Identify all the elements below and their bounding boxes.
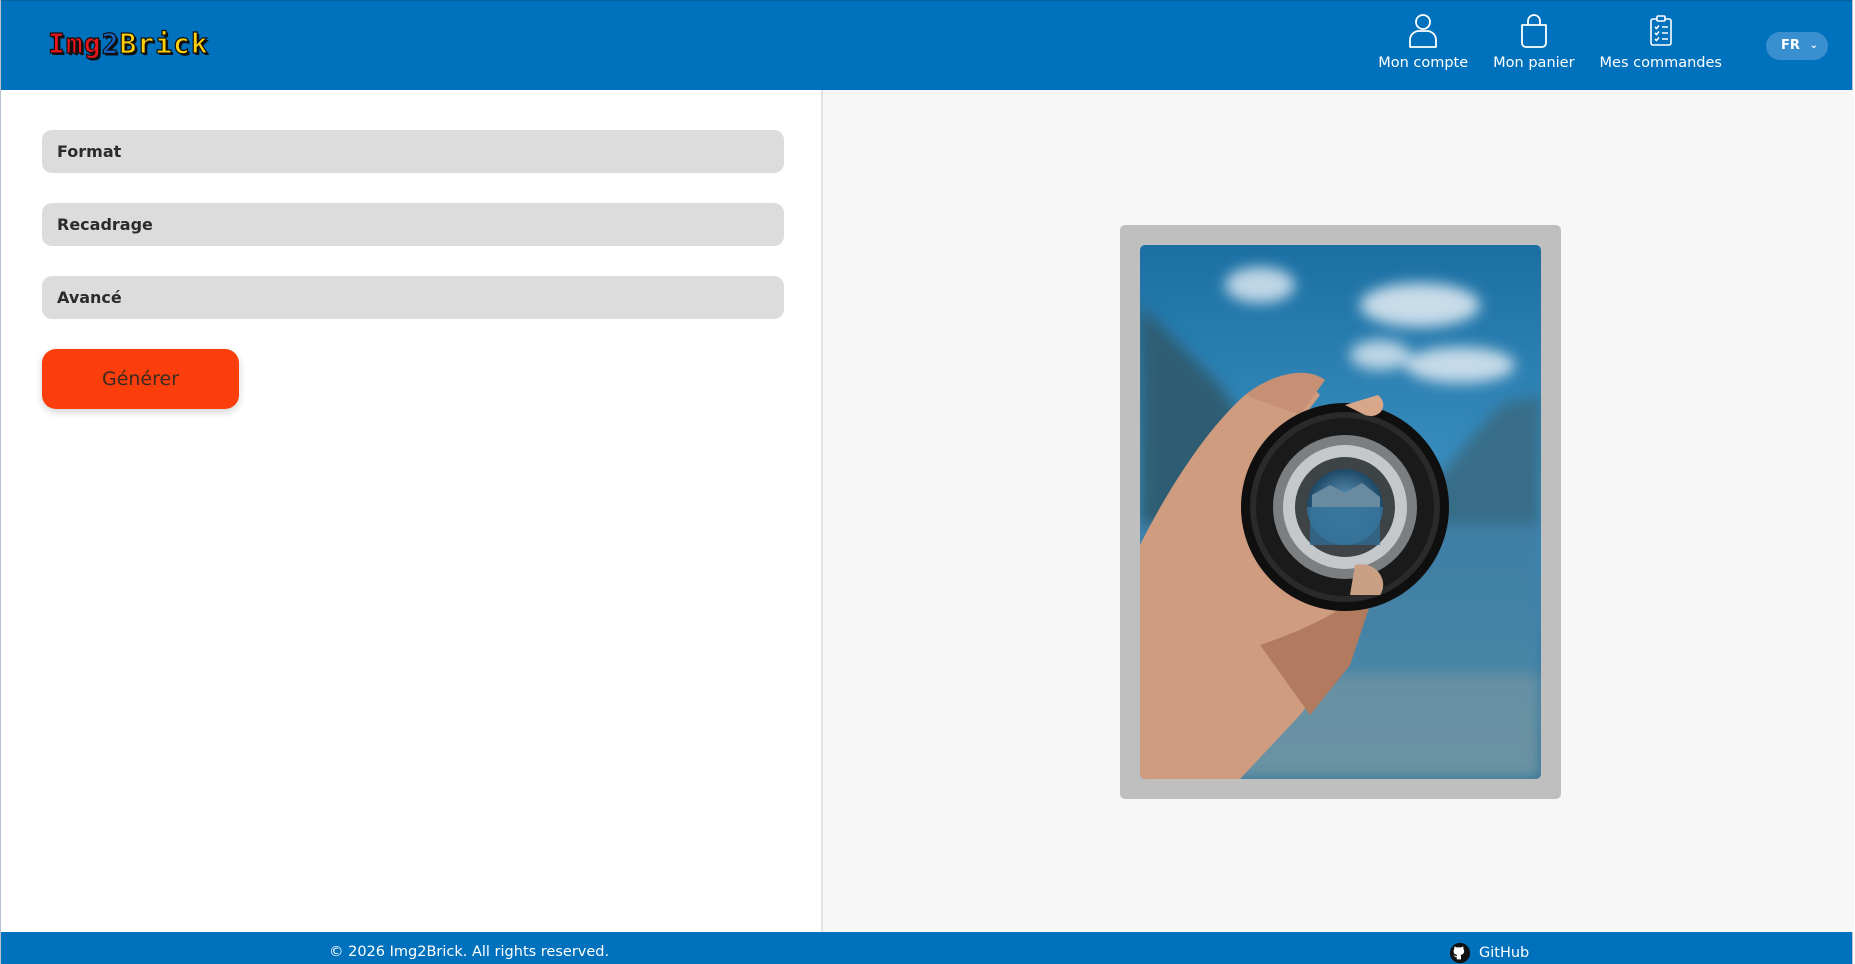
language-value: FR: [1781, 38, 1800, 53]
preview-panel: [823, 90, 1854, 932]
section-avance[interactable]: Avancé: [42, 276, 784, 319]
shopping-bag-icon: [1520, 14, 1547, 48]
nav-my-cart-label: Mon panier: [1493, 55, 1575, 71]
lens-photo-illustration: [1140, 245, 1541, 779]
language-select[interactable]: FR ⌄: [1766, 32, 1828, 60]
user-icon: [1409, 14, 1438, 48]
image-preview-frame: [1120, 225, 1561, 799]
logo[interactable]: Img2Brick: [47, 27, 209, 60]
github-icon: [1449, 942, 1471, 964]
header-bar: Img2Brick Mon compte Mon panier Mes comm…: [1, 0, 1852, 90]
logo-part-img: Img: [47, 27, 102, 60]
logo-part-brick: Brick: [119, 27, 209, 60]
github-label: GitHub: [1479, 945, 1530, 961]
github-link[interactable]: GitHub: [1449, 942, 1529, 964]
chevron-down-icon: ⌄: [1809, 40, 1818, 51]
nav-my-orders[interactable]: Mes commandes: [1600, 13, 1722, 79]
preview-image: [1140, 245, 1541, 779]
nav-my-account[interactable]: Mon compte: [1378, 13, 1468, 79]
section-recadrage[interactable]: Recadrage: [42, 203, 784, 246]
app-root: Img2Brick Mon compte Mon panier Mes comm…: [0, 0, 1854, 964]
clipboard-list-icon: [1649, 15, 1672, 46]
nav-my-orders-label: Mes commandes: [1599, 55, 1722, 71]
options-panel: Format Recadrage Avancé Générer: [1, 90, 823, 932]
copyright-text: © 2026 Img2Brick. All rights reserved.: [329, 944, 610, 960]
section-format[interactable]: Format: [42, 130, 784, 173]
footer-bar: © 2026 Img2Brick. All rights reserved. G…: [1, 932, 1852, 964]
generate-button[interactable]: Générer: [42, 349, 239, 409]
logo-part-2: 2: [101, 27, 120, 60]
nav-my-account-label: Mon compte: [1378, 55, 1469, 71]
header-nav: Mon compte Mon panier Mes commandes: [1378, 13, 1722, 79]
nav-my-cart[interactable]: Mon panier: [1493, 13, 1575, 79]
